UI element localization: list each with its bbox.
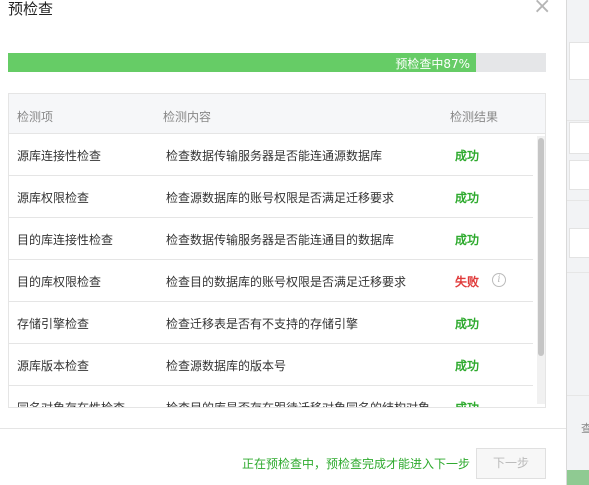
table-row: 目的库连接性检查 检查数据传输服务器是否能连通目的数据库 成功 [9,218,533,260]
row-item: 目的库连接性检查 [17,233,114,247]
row-item: 目的库权限检查 [17,275,102,289]
row-item: 存储引擎检查 [17,317,90,331]
scrollbar-thumb[interactable] [538,138,544,356]
close-icon[interactable]: × [533,0,551,19]
progress-fill: 预检查中87% [8,53,477,72]
row-result: 成功 [455,401,480,408]
precheck-table: 检测项 检测内容 检测结果 源库连接性检查 检查数据传输服务器是否能连通源数据库… [8,93,546,408]
row-result: 成功 [455,233,480,247]
header-check-content: 检测内容 [163,110,212,124]
row-content: 检查数据传输服务器是否能连通源数据库 [166,149,383,163]
row-content: 检查源数据库的账号权限是否满足迁移要求 [166,191,395,205]
row-content: 检查目的库是否存在跟待迁移对象同名的结构对象 [166,401,431,408]
next-step-button[interactable]: 下一步 [476,448,546,479]
row-result: 成功 [455,317,480,331]
row-content: 检查数据传输服务器是否能连通目的数据库 [166,233,395,247]
row-content: 检查源数据库的版本号 [166,359,287,373]
dialog-title: 预检查 [8,0,54,18]
header-check-item: 检测项 [17,110,54,124]
row-item: 同名对象存在性检查 [17,401,126,408]
progress-label: 预检查中87% [395,57,471,71]
row-item: 源库版本检查 [17,359,90,373]
precheck-progress-bar: 预检查中87% [8,53,546,72]
table-row: 存储引擎检查 检查迁移表是否有不支持的存储引擎 成功 [9,302,533,344]
table-header: 检测项 检测内容 检测结果 [9,94,545,134]
precheck-dialog: 预检查 × 预检查中87% 检测项 检测内容 检测结果 源库连接性检查 检查数据… [0,0,566,485]
row-content: 检查迁移表是否有不支持的存储引擎 [166,317,359,331]
row-result: 失败 [455,275,480,289]
table-row: 源库连接性检查 检查数据传输服务器是否能连通源数据库 成功 [9,134,533,176]
table-row: 源库权限检查 检查源数据库的账号权限是否满足迁移要求 成功 [9,176,533,218]
table-scrollbar[interactable] [537,136,545,404]
footer-divider [0,428,566,429]
table-row: 目的库权限检查 检查目的数据库的账号权限是否满足迁移要求 失败 i [9,260,533,302]
table-row: 同名对象存在性检查 检查目的库是否存在跟待迁移对象同名的结构对象 成功 [9,386,533,408]
row-item: 源库权限检查 [17,191,90,205]
row-result: 成功 [455,149,480,163]
info-icon[interactable]: i [492,273,506,287]
row-item: 源库连接性检查 [17,149,102,163]
background-page-strip: 查 [566,0,589,485]
precheck-status-message: 正在预检查中，预检查完成才能进入下一步 [242,457,471,471]
row-content: 检查目的数据库的账号权限是否满足迁移要求 [166,275,407,289]
row-result: 成功 [455,191,480,205]
row-result: 成功 [455,359,480,373]
header-check-result: 检测结果 [450,110,499,124]
table-row: 源库版本检查 检查源数据库的版本号 成功 [9,344,533,386]
